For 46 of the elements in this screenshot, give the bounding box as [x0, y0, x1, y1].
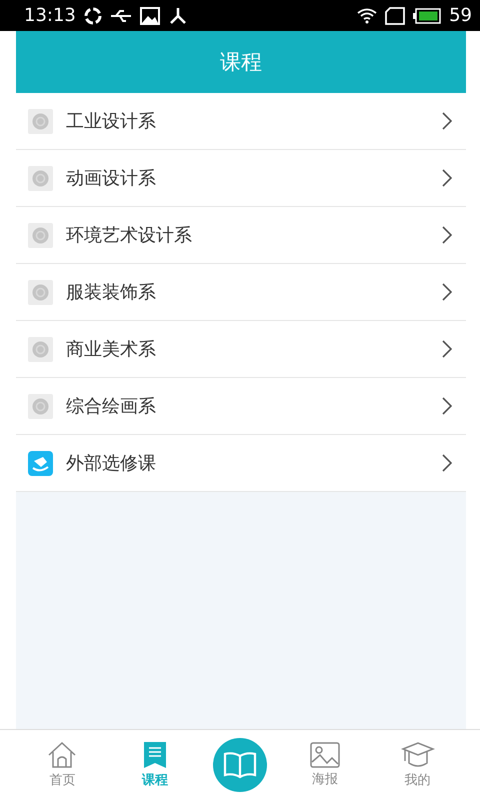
course-label: 服装装饰系	[66, 281, 157, 304]
course-label: 动画设计系	[66, 167, 157, 190]
graduation-cap-icon	[400, 741, 435, 769]
chevron-right-icon	[442, 226, 452, 244]
course-label: 综合绘画系	[66, 395, 157, 418]
course-item[interactable]: 动画设计系	[16, 150, 466, 207]
page-title: 课程	[220, 49, 262, 76]
status-time: 13:13	[24, 5, 76, 26]
tab-item[interactable]: 首页	[27, 741, 98, 789]
sync-icon	[84, 6, 102, 24]
course-item[interactable]: 商业美术系	[16, 321, 466, 378]
coin-icon	[28, 222, 53, 248]
tab-item[interactable]: 我的	[382, 741, 453, 789]
coin-icon	[28, 394, 53, 418]
coin-icon	[28, 280, 53, 304]
chevron-right-icon	[442, 169, 452, 187]
house-icon	[47, 741, 78, 769]
chevron-right-icon	[442, 340, 452, 358]
share-icon	[168, 6, 188, 24]
battery-icon	[413, 8, 442, 24]
sim-icon	[385, 6, 406, 24]
list-icon	[143, 741, 168, 769]
tab-item[interactable]: 海报	[290, 742, 360, 788]
hand-icon	[28, 450, 53, 476]
battery-percent: 59	[449, 5, 472, 26]
usb-icon	[110, 8, 132, 22]
coin-icon	[28, 336, 53, 362]
course-label: 工业设计系	[66, 110, 157, 133]
course-item[interactable]: 外部选修课	[16, 435, 466, 492]
book-icon	[222, 751, 257, 779]
course-item[interactable]: 环境艺术设计系	[16, 207, 466, 264]
wifi-icon	[357, 8, 378, 24]
chevron-right-icon	[442, 283, 452, 301]
image-icon	[310, 742, 340, 768]
image-icon	[140, 6, 160, 24]
coin-icon	[28, 166, 53, 190]
chevron-right-icon	[442, 454, 452, 472]
course-item[interactable]: 服装装饰系	[16, 264, 466, 321]
course-label: 环境艺术设计系	[66, 224, 193, 247]
course-label: 商业美术系	[66, 338, 157, 361]
coin-icon	[28, 108, 53, 134]
course-item[interactable]: 工业设计系	[16, 93, 466, 150]
chevron-right-icon	[442, 397, 452, 415]
chevron-right-icon	[442, 112, 452, 130]
course-item[interactable]: 综合绘画系	[16, 378, 466, 435]
course-label: 外部选修课	[66, 452, 157, 475]
